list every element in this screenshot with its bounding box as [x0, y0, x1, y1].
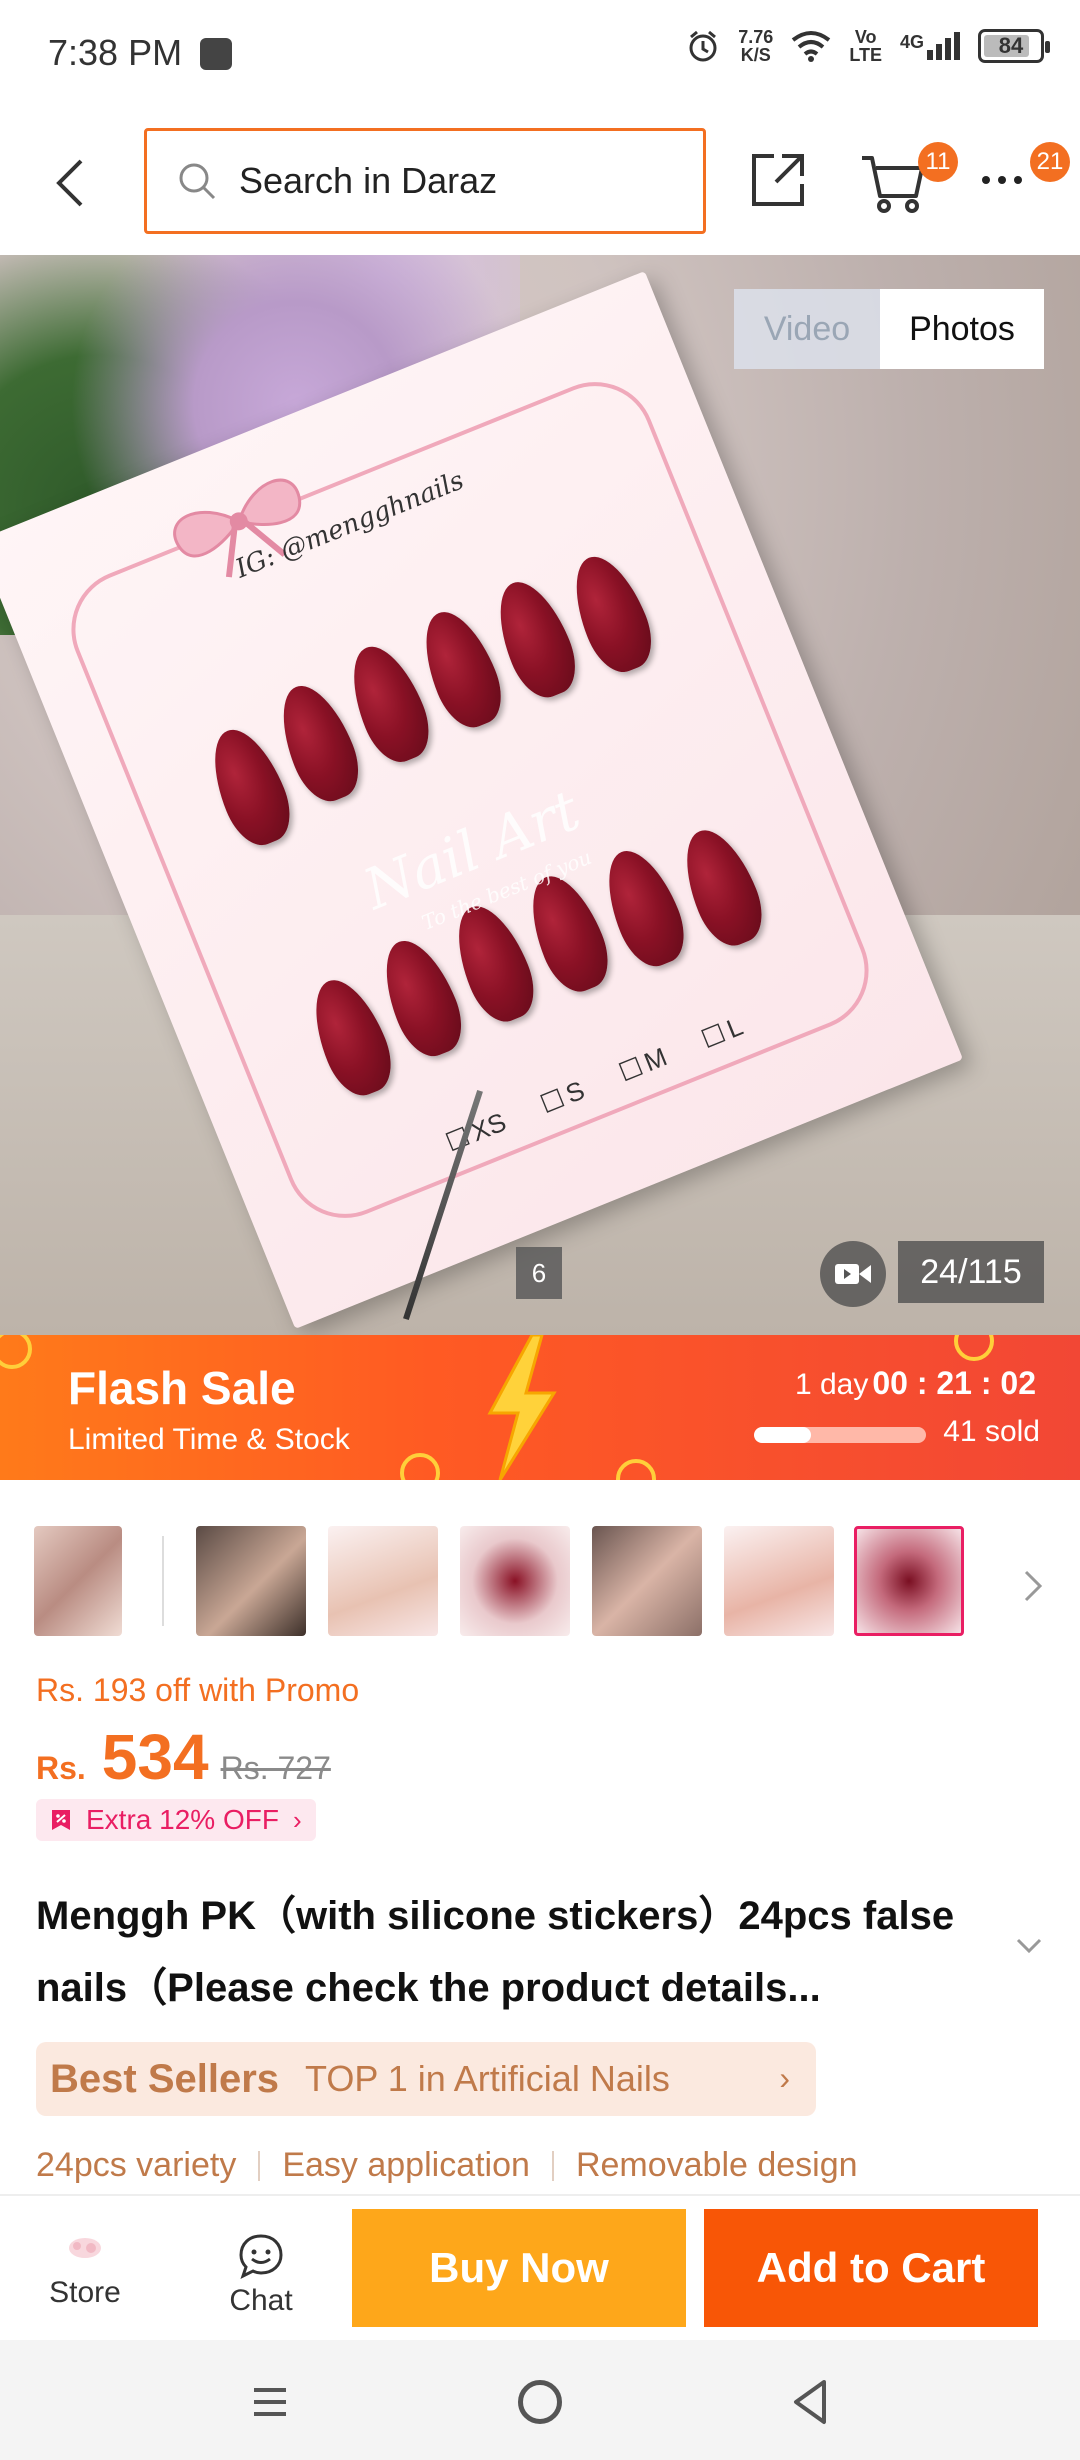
thumbnail-selected[interactable] — [854, 1526, 964, 1636]
product-image[interactable]: IG: @mengghnails Nail Art To the best of… — [0, 255, 1080, 1335]
action-bar: Store Chat Buy Now Add to Cart — [0, 2194, 1080, 2340]
cart-icon[interactable] — [858, 146, 928, 216]
feature-item: Removable design — [575, 2146, 858, 2184]
lightning-icon — [487, 1335, 557, 1480]
flash-sale-title: Flash Sale — [68, 1362, 296, 1414]
search-icon — [179, 163, 216, 200]
tab-photos[interactable]: Photos — [880, 289, 1044, 369]
flash-timer: 1 day 00 : 21 : 02 — [795, 1365, 1036, 1402]
feature-item: Easy application — [282, 2146, 530, 2184]
thumbnail[interactable] — [592, 1526, 702, 1636]
back-button[interactable] — [40, 148, 100, 218]
back-arrow-icon — [56, 159, 83, 207]
price-original: Rs. 727 — [220, 1750, 331, 1786]
voucher-tag-icon — [52, 1810, 70, 1830]
chat-button[interactable]: Chat — [206, 2232, 316, 2332]
top-nav: Search in Daraz 11 21 — [0, 110, 1080, 255]
flash-sale-subtitle: Limited Time & Stock — [68, 1423, 350, 1456]
feature-item: 24pcs variety — [36, 2146, 237, 2184]
chevron-right-icon[interactable] — [1018, 1566, 1048, 1606]
chat-icon — [239, 2234, 283, 2279]
search-placeholder: Search in Daraz — [239, 160, 498, 201]
extra-off-label: Extra 12% OFF — [86, 1804, 279, 1835]
alarm-icon — [689, 30, 717, 62]
tab-video[interactable]: Video — [734, 289, 880, 369]
notification-icon — [200, 38, 232, 70]
price-value: 534 — [101, 1721, 209, 1793]
search-input[interactable]: Search in Daraz — [144, 128, 706, 234]
sold-progress-fill — [754, 1427, 811, 1443]
sold-count: 41 sold — [943, 1415, 1040, 1448]
clock-decoration — [400, 1453, 440, 1480]
thumbnail[interactable] — [460, 1526, 570, 1636]
status-icons: 7.76 K/S Vo LTE 4G 84 — [686, 27, 1050, 65]
product-title: Menggh PK（with silicone stickers）24pcs f… — [36, 1894, 955, 2010]
nav-home-icon[interactable] — [518, 2380, 562, 2424]
thumbnail-strip — [0, 1480, 1080, 1680]
chat-label: Chat — [229, 2284, 293, 2317]
system-nav-bar — [0, 2340, 1080, 2460]
store-icon — [69, 2238, 101, 2258]
net-speed: 7.76 K/S — [738, 27, 774, 65]
extra-off-voucher[interactable]: Extra 12% OFF › — [36, 1799, 316, 1841]
status-bar: 7:38 PM 7.76 K/S Vo LTE 4G 84 — [0, 0, 1080, 110]
thumbnail[interactable] — [328, 1526, 438, 1636]
wifi-icon — [792, 31, 831, 62]
signal-icon: 4G — [900, 32, 960, 60]
flash-sale-banner[interactable]: Flash Sale Limited Time & Stock 1 day 00… — [0, 1335, 1080, 1480]
best-sellers-banner[interactable]: Best Sellers TOP 1 in Artificial Nails › — [36, 2042, 816, 2116]
nav-back-icon[interactable] — [790, 2378, 830, 2426]
share-icon[interactable] — [748, 150, 808, 210]
chevron-right-icon: › — [779, 2060, 790, 2096]
clock-decoration — [954, 1335, 994, 1361]
timer-clock: 00 : 21 : 02 — [872, 1365, 1036, 1401]
clock-decoration — [616, 1459, 656, 1480]
chevron-down-icon[interactable] — [1014, 1930, 1044, 1960]
image-counter: 24/115 — [898, 1241, 1044, 1303]
thumbnail[interactable] — [34, 1526, 122, 1636]
best-sellers-rank: TOP 1 in Artificial Nails — [305, 2058, 670, 2099]
battery-icon: 84 — [978, 29, 1050, 63]
store-button[interactable]: Store — [30, 2232, 140, 2332]
video-camera-icon — [835, 1264, 871, 1284]
cart-badge: 11 — [918, 142, 958, 182]
store-label: Store — [49, 2276, 121, 2309]
status-time: 7:38 PM — [48, 32, 183, 73]
clock-decoration — [0, 1335, 32, 1369]
thumbnail[interactable] — [196, 1526, 306, 1636]
chevron-right-icon: › — [292, 1804, 302, 1835]
more-badge: 21 — [1030, 142, 1070, 182]
timer-days: 1 day — [794, 1368, 869, 1401]
best-sellers-label: Best Sellers — [50, 2056, 280, 2101]
volte-indicator: Vo LTE — [849, 27, 882, 65]
feature-list: 24pcs variety Easy application Removable… — [36, 2146, 858, 2185]
video-button[interactable] — [820, 1241, 886, 1307]
price-currency: Rs. — [36, 1750, 86, 1786]
promo-line[interactable]: Rs. 193 off with Promo — [36, 1672, 359, 1709]
media-toggle: Video Photos — [734, 289, 1044, 369]
nav-menu-icon[interactable] — [250, 2382, 290, 2422]
buy-now-button[interactable]: Buy Now — [352, 2209, 686, 2327]
price-row: Rs. 534 Rs. 727 — [36, 1720, 331, 1794]
thumbnail[interactable] — [724, 1526, 834, 1636]
add-to-cart-button[interactable]: Add to Cart — [704, 2209, 1038, 2327]
sold-progress-bar — [754, 1427, 926, 1443]
image-badge: 6 — [516, 1247, 562, 1299]
